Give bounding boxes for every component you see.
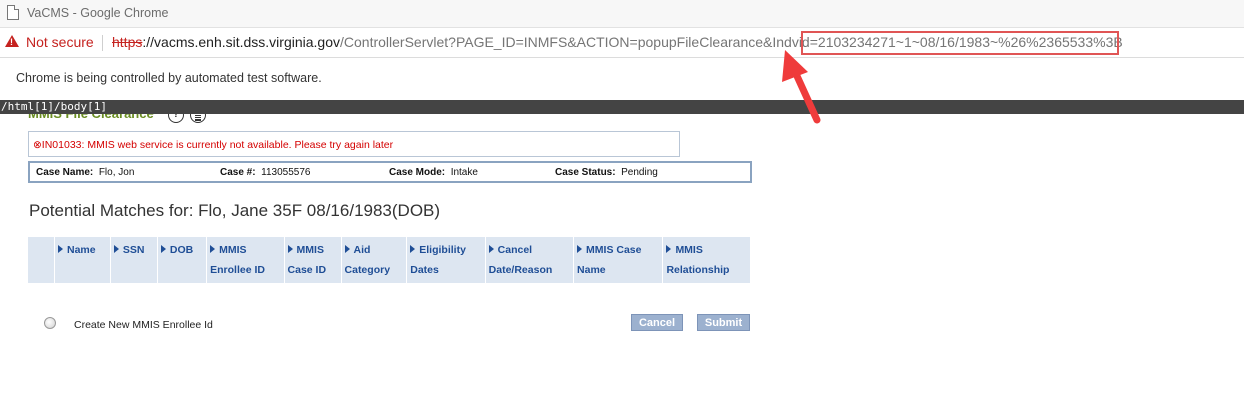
annotation-arrow-shaft — [793, 72, 821, 124]
annotation-arrow — [782, 50, 821, 124]
